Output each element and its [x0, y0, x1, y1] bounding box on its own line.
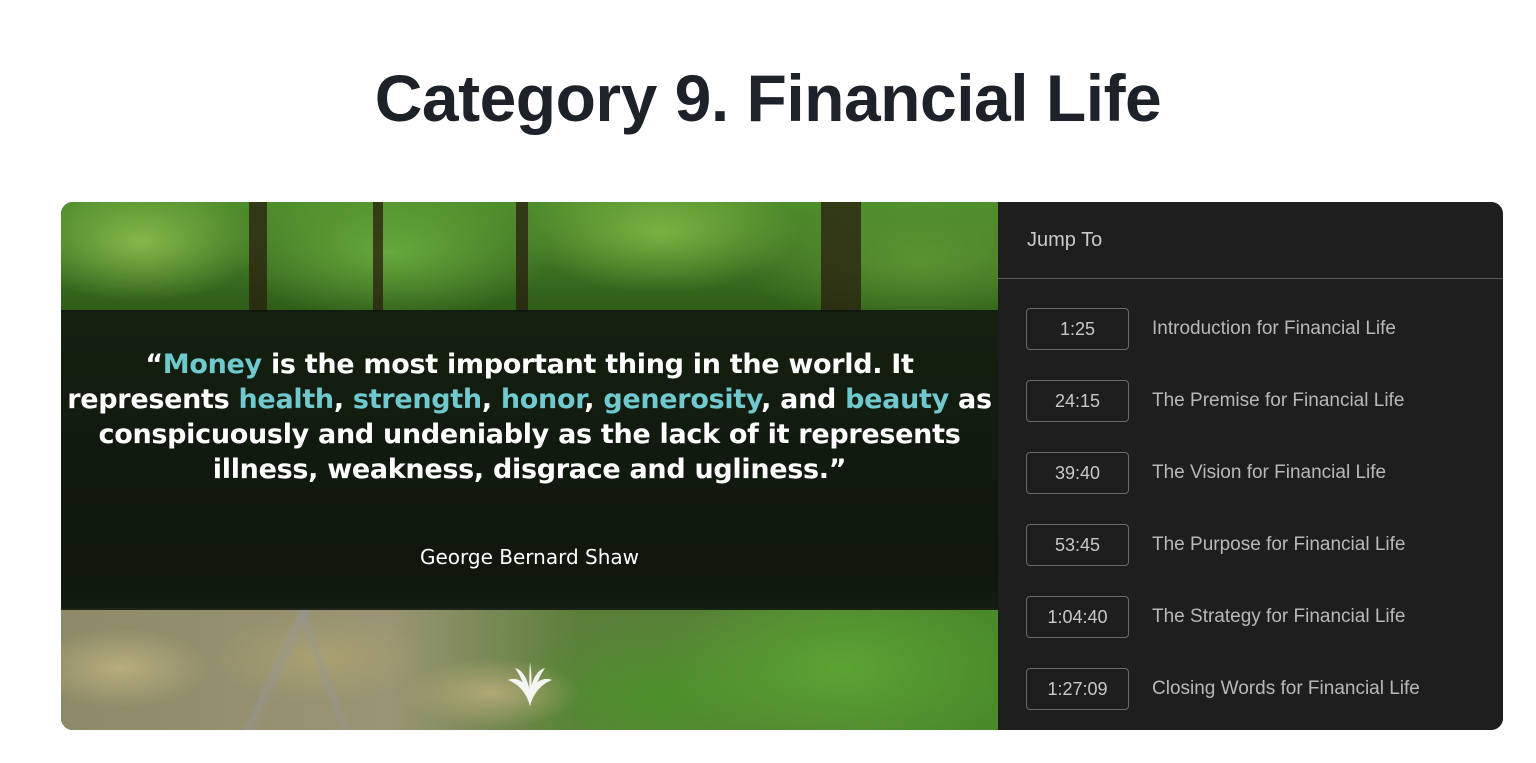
- chapter-timestamp-button[interactable]: 1:25: [1026, 308, 1129, 350]
- chapter-title-link[interactable]: Introduction for Financial Life: [1152, 318, 1396, 340]
- quote-text: “Money is the most important thing in th…: [61, 347, 998, 487]
- quote-segment: , and: [761, 384, 846, 415]
- chapter-title-link[interactable]: The Strategy for Financial Life: [1152, 606, 1405, 628]
- quote-highlight-word: health: [238, 384, 335, 415]
- chapter-item[interactable]: 1:27:09 Closing Words for Financial Life: [1026, 667, 1420, 711]
- chapter-item[interactable]: 1:04:40 The Strategy for Financial Life: [1026, 595, 1420, 639]
- chapter-list: 1:25 Introduction for Financial Life 24:15…: [1026, 307, 1420, 730]
- chapter-item[interactable]: 24:15 The Premise for Financial Life: [1026, 379, 1420, 423]
- video-player: “Money is the most important thing in th…: [61, 202, 1503, 730]
- jump-to-header: Jump To: [998, 202, 1503, 279]
- quote-segment: ,: [584, 384, 604, 415]
- tree-trunk: [821, 202, 861, 312]
- page-title: Category 9. Financial Life: [374, 61, 1162, 135]
- chapter-timestamp-button[interactable]: 53:45: [1026, 524, 1129, 566]
- quote-segment: ,: [481, 384, 501, 415]
- quote-highlight-word: honor: [500, 384, 585, 415]
- chapter-sidebar: Jump To 1:25 Introduction for Financial L…: [998, 202, 1503, 730]
- chapter-item[interactable]: 1:25 Introduction for Financial Life: [1026, 307, 1420, 351]
- chapter-item[interactable]: 39:40 The Vision for Financial Life: [1026, 451, 1420, 495]
- tree-trunk: [516, 202, 528, 312]
- quote-segment: “: [145, 349, 163, 380]
- fan-leaf-logo-icon: [508, 662, 552, 706]
- chapter-title-link[interactable]: The Vision for Financial Life: [1152, 462, 1386, 484]
- chapter-timestamp-button[interactable]: 1:27:09: [1026, 668, 1129, 710]
- tree-trunk: [373, 202, 383, 312]
- chapter-title-link[interactable]: The Purpose for Financial Life: [1152, 534, 1405, 556]
- stone-path: [171, 608, 431, 730]
- chapter-title-link[interactable]: Closing Words for Financial Life: [1152, 678, 1420, 700]
- video-frame[interactable]: “Money is the most important thing in th…: [61, 202, 998, 730]
- quote-highlight-word: Money: [162, 349, 262, 380]
- tree-trunk: [249, 202, 267, 312]
- chapter-timestamp-button[interactable]: 24:15: [1026, 380, 1129, 422]
- quote-highlight-word: strength: [352, 384, 482, 415]
- quote-highlight-word: generosity: [603, 384, 762, 415]
- chapter-title-link[interactable]: The Premise for Financial Life: [1152, 390, 1404, 412]
- quote-author: George Bernard Shaw: [419, 545, 639, 569]
- chapter-item[interactable]: 53:45 The Purpose for Financial Life: [1026, 523, 1420, 567]
- chapter-timestamp-button[interactable]: 39:40: [1026, 452, 1129, 494]
- quote-segment: ,: [333, 384, 353, 415]
- chapter-timestamp-button[interactable]: 1:04:40: [1026, 596, 1129, 638]
- quote-highlight-word: beauty: [845, 384, 949, 415]
